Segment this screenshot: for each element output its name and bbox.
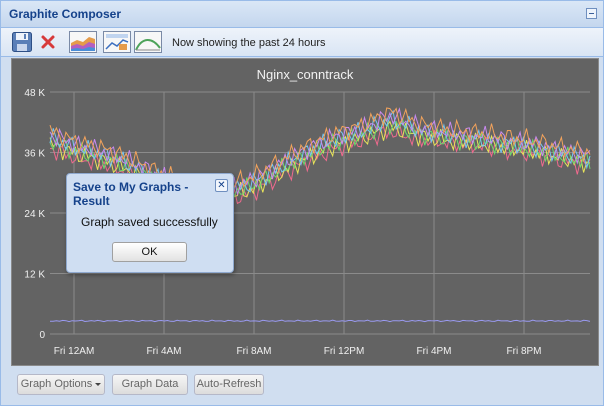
y-tick-label: 12 K bbox=[24, 270, 45, 281]
close-icon[interactable]: ✕ bbox=[215, 179, 228, 192]
graph-options-menu-button[interactable]: Graph Options bbox=[17, 374, 105, 395]
save-icon bbox=[12, 32, 32, 52]
ok-button[interactable]: OK bbox=[112, 242, 187, 262]
chevron-down-icon bbox=[95, 382, 102, 386]
x-tick-label: Fri 12PM bbox=[324, 346, 365, 357]
chart-title: Nginx_conntrack bbox=[257, 67, 354, 82]
graphite-composer-window: Graphite Composer Now showing the past 2… bbox=[0, 0, 604, 406]
delete-button[interactable] bbox=[39, 31, 57, 53]
graph-options-icon bbox=[103, 31, 131, 53]
series-line bbox=[49, 319, 591, 323]
y-tick-label: 36 K bbox=[24, 149, 45, 160]
graph-options-label: Graph Options bbox=[20, 378, 93, 390]
x-tick-label: Fri 4PM bbox=[417, 346, 452, 357]
dialog-title: Save to My Graphs - Result bbox=[73, 180, 189, 208]
x-tick-label: Fri 4AM bbox=[147, 346, 182, 357]
y-tick-label: 24 K bbox=[24, 209, 45, 220]
x-tick-label: Fri 8AM bbox=[237, 346, 272, 357]
y-tick-label: 48 K bbox=[24, 88, 45, 99]
x-tick-label: Fri 12AM bbox=[54, 346, 95, 357]
y-tick-label: 0 bbox=[39, 330, 45, 341]
graph-type-icon bbox=[69, 31, 97, 53]
line-graph-icon bbox=[134, 31, 162, 53]
save-result-dialog: Save to My Graphs - Result ✕ Graph saved… bbox=[66, 173, 234, 273]
graph-options-button[interactable] bbox=[103, 31, 131, 53]
toolbar: Now showing the past 24 hours bbox=[1, 28, 603, 57]
auto-refresh-button[interactable]: Auto-Refresh bbox=[194, 374, 264, 395]
collapse-icon[interactable] bbox=[586, 8, 597, 19]
graph-data-button[interactable]: Graph Data bbox=[112, 374, 188, 395]
graph-type-button[interactable] bbox=[69, 31, 97, 53]
save-button[interactable] bbox=[11, 31, 33, 53]
window-title: Graphite Composer bbox=[9, 7, 122, 21]
dialog-message: Graph saved successfully bbox=[81, 215, 218, 229]
line-graph-button[interactable] bbox=[134, 31, 162, 53]
window-titlebar: Graphite Composer bbox=[1, 1, 603, 28]
time-range-status: Now showing the past 24 hours bbox=[172, 37, 326, 49]
bottom-toolbar: Graph Options Graph Data Auto-Refresh bbox=[1, 367, 603, 405]
x-tick-label: Fri 8PM bbox=[507, 346, 542, 357]
delete-icon bbox=[41, 35, 55, 49]
